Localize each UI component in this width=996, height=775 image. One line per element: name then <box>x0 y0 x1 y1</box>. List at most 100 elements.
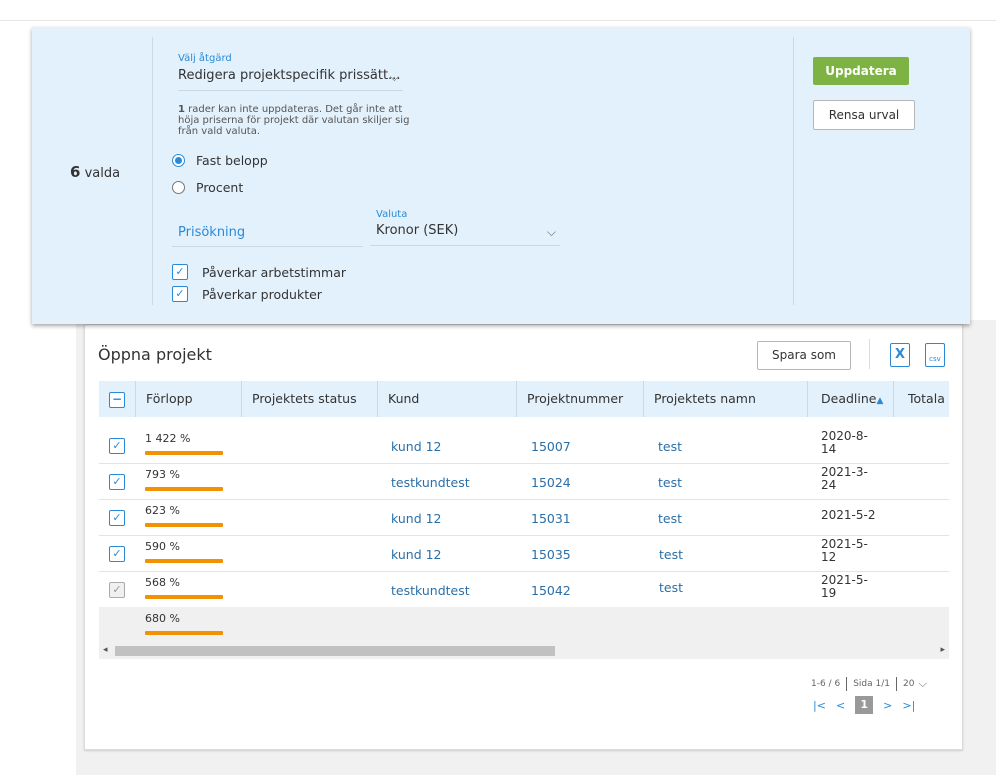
deadline-cell: 2021-5-12 <box>821 537 868 564</box>
project-name-link[interactable]: test <box>658 475 682 490</box>
deadline-cell: 2020-8-14 <box>821 429 868 456</box>
project-number-link[interactable]: 15007 <box>531 439 571 454</box>
update-button[interactable]: Uppdatera <box>813 57 909 85</box>
currency-label: Valuta <box>376 209 408 220</box>
row-checkbox-icon[interactable]: ✓ <box>109 510 125 526</box>
action-select[interactable]: Redigera projektspecifik prissätt... ⌵ <box>178 68 403 91</box>
affects-products-label: Påverkar produkter <box>202 286 322 302</box>
customer-link[interactable]: testkundtest <box>391 475 470 490</box>
column-customer[interactable]: Kund <box>377 381 516 417</box>
last-page-icon[interactable]: >| <box>902 699 915 712</box>
selected-count: 6 valda <box>70 163 120 181</box>
pager-separator <box>895 677 897 691</box>
customer-link[interactable]: kund 12 <box>391 439 442 454</box>
first-page-icon[interactable]: |< <box>813 699 826 712</box>
project-number-link[interactable]: 15031 <box>531 511 571 526</box>
next-page-icon[interactable]: > <box>883 699 892 712</box>
project-number-link[interactable]: 15035 <box>531 547 571 562</box>
per-page-select[interactable]: 20 <box>903 679 914 689</box>
column-deadline-label: Deadline <box>821 391 877 406</box>
progress-bar <box>145 523 223 527</box>
currency-select[interactable]: Kronor (SEK) ⌵ <box>370 223 560 246</box>
currency-select-value: Kronor (SEK) <box>376 223 459 238</box>
summary-row: 680 % <box>99 607 949 643</box>
pager-navigation: |< < 1 > >| <box>813 696 925 714</box>
progress-bar <box>145 487 223 491</box>
table-row[interactable]: ✓ 793 % testkundtest 15024 test 2021-3-2… <box>99 463 949 500</box>
select-all-checkbox-icon[interactable]: − <box>109 392 125 408</box>
sort-ascending-icon: ▲ <box>876 396 884 406</box>
table-row[interactable]: ✓ 623 % kund 12 15031 test 2021-5-2 <box>99 499 949 536</box>
checkbox-affects-products[interactable]: ✓ Påverkar produkter <box>172 286 322 302</box>
prev-page-icon[interactable]: < <box>836 699 845 712</box>
project-name-link[interactable]: test <box>659 547 683 562</box>
selected-count-number: 6 <box>70 163 81 181</box>
summary-progress-bar <box>145 631 223 635</box>
customer-link[interactable]: testkundtest <box>391 583 470 598</box>
column-deadline[interactable]: Deadline▲ <box>807 381 893 417</box>
radio-fixed-icon[interactable] <box>172 154 185 167</box>
checkbox-affects-hours[interactable]: ✓ Påverkar arbetstimmar <box>172 264 346 280</box>
row-checkbox-icon[interactable]: ✓ <box>109 438 125 454</box>
chevron-down-icon[interactable]: ⌵ <box>918 677 926 691</box>
chevron-down-icon: ⌵ <box>546 225 556 239</box>
action-label: Välj åtgärd <box>178 53 232 64</box>
project-name-link[interactable]: test <box>658 439 682 454</box>
pager-page: Sida 1/1 <box>853 679 890 689</box>
radio-fixed-label: Fast belopp <box>196 153 268 168</box>
panel-divider-left <box>152 37 153 305</box>
pager-info: 1-6 / 6 Sida 1/1 20 ⌵ <box>811 677 927 691</box>
csv-export-icon[interactable]: csv <box>925 343 945 367</box>
price-increase-input[interactable]: Prisökning <box>172 220 363 247</box>
selected-count-label: valda <box>84 166 121 181</box>
checkbox-checked-icon[interactable]: ✓ <box>172 286 188 302</box>
project-number-link[interactable]: 15042 <box>531 583 571 598</box>
current-page[interactable]: 1 <box>855 696 874 714</box>
clear-selection-button[interactable]: Rensa urval <box>813 100 915 130</box>
project-name-link[interactable]: test <box>658 511 682 526</box>
progress-text: 568 % <box>145 576 180 589</box>
radio-fixed-amount[interactable]: Fast belopp <box>172 153 268 168</box>
radio-percent-icon[interactable] <box>172 181 185 194</box>
update-note: 1 rader kan inte uppdateras. Det går int… <box>178 104 418 137</box>
save-as-button[interactable]: Spara som <box>757 341 851 370</box>
progress-bar <box>145 559 223 563</box>
progress-text: 1 422 % <box>145 432 191 445</box>
customer-link[interactable]: kund 12 <box>391 547 442 562</box>
affects-hours-label: Påverkar arbetstimmar <box>202 264 347 280</box>
chevron-down-icon: ⌵ <box>389 70 399 84</box>
column-status[interactable]: Projektets status <box>241 381 377 417</box>
action-select-value: Redigera projektspecifik prissätt... <box>178 68 401 83</box>
progress-text: 590 % <box>145 540 180 553</box>
customer-link[interactable]: kund 12 <box>391 511 442 526</box>
horizontal-scrollbar[interactable]: ◂ ▸ <box>99 643 949 659</box>
column-progress[interactable]: Förlopp <box>135 381 241 417</box>
scroll-left-icon[interactable]: ◂ <box>103 645 108 655</box>
row-checkbox-icon[interactable]: ✓ <box>109 474 125 490</box>
card-title: Öppna projekt <box>98 345 212 364</box>
column-total[interactable]: Totala ... <box>893 381 949 417</box>
project-name-link[interactable]: test <box>659 580 683 595</box>
note-count: 1 <box>178 104 185 115</box>
progress-text: 793 % <box>145 468 180 481</box>
excel-export-icon[interactable]: X <box>890 343 910 367</box>
checkbox-checked-icon[interactable]: ✓ <box>172 264 188 280</box>
open-projects-card: Öppna projekt Spara som X csv − Förlopp … <box>84 324 963 750</box>
deadline-cell: 2021-5-2 <box>821 508 876 522</box>
row-checkbox-disabled-icon: ✓ <box>109 582 125 598</box>
row-checkbox-icon[interactable]: ✓ <box>109 546 125 562</box>
table-row[interactable]: ✓ 568 % testkundtest 15042 test 2021-5-1… <box>99 571 949 608</box>
progress-text: 623 % <box>145 504 180 517</box>
radio-percent[interactable]: Procent <box>172 180 243 195</box>
bulk-edit-panel: 6 valda Välj åtgärd Redigera projektspec… <box>32 27 970 324</box>
table-row[interactable]: ✓ 590 % kund 12 15035 test 2021-5-12 <box>99 535 949 572</box>
scrollbar-thumb[interactable] <box>115 646 555 656</box>
toolbar-divider <box>869 339 870 369</box>
table-row[interactable]: ✓ 1 422 % kund 12 15007 test 2020-8-14 <box>99 427 949 464</box>
column-project-name[interactable]: Projektets namn <box>643 381 807 417</box>
column-project-number[interactable]: Projektnummer <box>516 381 643 417</box>
top-divider <box>0 20 996 21</box>
project-number-link[interactable]: 15024 <box>531 475 571 490</box>
radio-percent-label: Procent <box>196 180 244 195</box>
scroll-right-icon[interactable]: ▸ <box>940 645 945 655</box>
